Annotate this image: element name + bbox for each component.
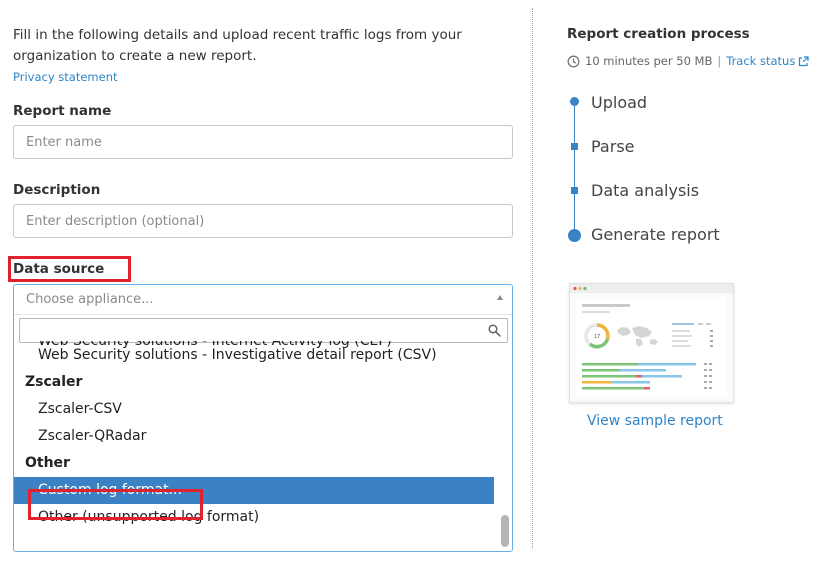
data-source-select[interactable]: Choose appliance... bbox=[14, 285, 512, 315]
column-divider bbox=[532, 8, 533, 548]
step-data-analysis: Data analysis bbox=[591, 181, 700, 200]
data-source-highlight-box bbox=[8, 256, 131, 282]
dropdown-search-input[interactable] bbox=[19, 318, 508, 343]
step-dot-generate-report bbox=[568, 229, 581, 242]
step-parse: Parse bbox=[591, 137, 635, 156]
step-dot-upload bbox=[570, 97, 579, 106]
report-name-input[interactable] bbox=[13, 125, 513, 159]
option-web-security-csv[interactable]: Web Security solutions - Investigative d… bbox=[14, 342, 494, 369]
intro-text: Fill in the following details and upload… bbox=[13, 27, 462, 64]
description-label: Description bbox=[13, 182, 101, 198]
step-dot-data-analysis bbox=[571, 187, 578, 194]
report-name-label: Report name bbox=[13, 103, 112, 119]
group-zscaler: Zscaler bbox=[25, 374, 83, 390]
external-link-icon[interactable] bbox=[798, 55, 809, 67]
dropdown-scrollbar[interactable] bbox=[501, 343, 509, 549]
caret-up-icon[interactable] bbox=[497, 295, 503, 300]
sample-report-preview-image: 17 bbox=[570, 284, 733, 397]
steps-timeline-line bbox=[574, 101, 575, 235]
view-sample-report-link[interactable]: View sample report bbox=[587, 413, 723, 429]
custom-log-format-highlight-box bbox=[28, 489, 203, 520]
option-zscaler-qradar[interactable]: Zscaler-QRadar bbox=[14, 423, 494, 450]
step-generate-report: Generate report bbox=[591, 225, 720, 244]
privacy-statement-link[interactable]: Privacy statement bbox=[13, 70, 118, 84]
step-upload: Upload bbox=[591, 93, 648, 112]
sample-donut-value: 17 bbox=[594, 334, 600, 340]
process-duration: 10 minutes per 50 MB bbox=[585, 54, 713, 68]
scrollbar-thumb[interactable] bbox=[501, 515, 509, 547]
process-title: Report creation process bbox=[567, 26, 750, 42]
sample-report-thumbnail[interactable]: 17 bbox=[569, 283, 734, 403]
step-dot-parse bbox=[571, 143, 578, 150]
track-status-link[interactable]: Track status bbox=[726, 54, 795, 68]
data-source-placeholder: Choose appliance... bbox=[26, 292, 154, 307]
option-zscaler-csv[interactable]: Zscaler-CSV bbox=[14, 396, 494, 423]
description-input[interactable] bbox=[13, 204, 513, 238]
group-other: Other bbox=[25, 455, 70, 471]
clock-icon bbox=[567, 55, 580, 67]
search-icon bbox=[488, 324, 501, 337]
process-meta: 10 minutes per 50 MB | Track status bbox=[567, 54, 809, 68]
